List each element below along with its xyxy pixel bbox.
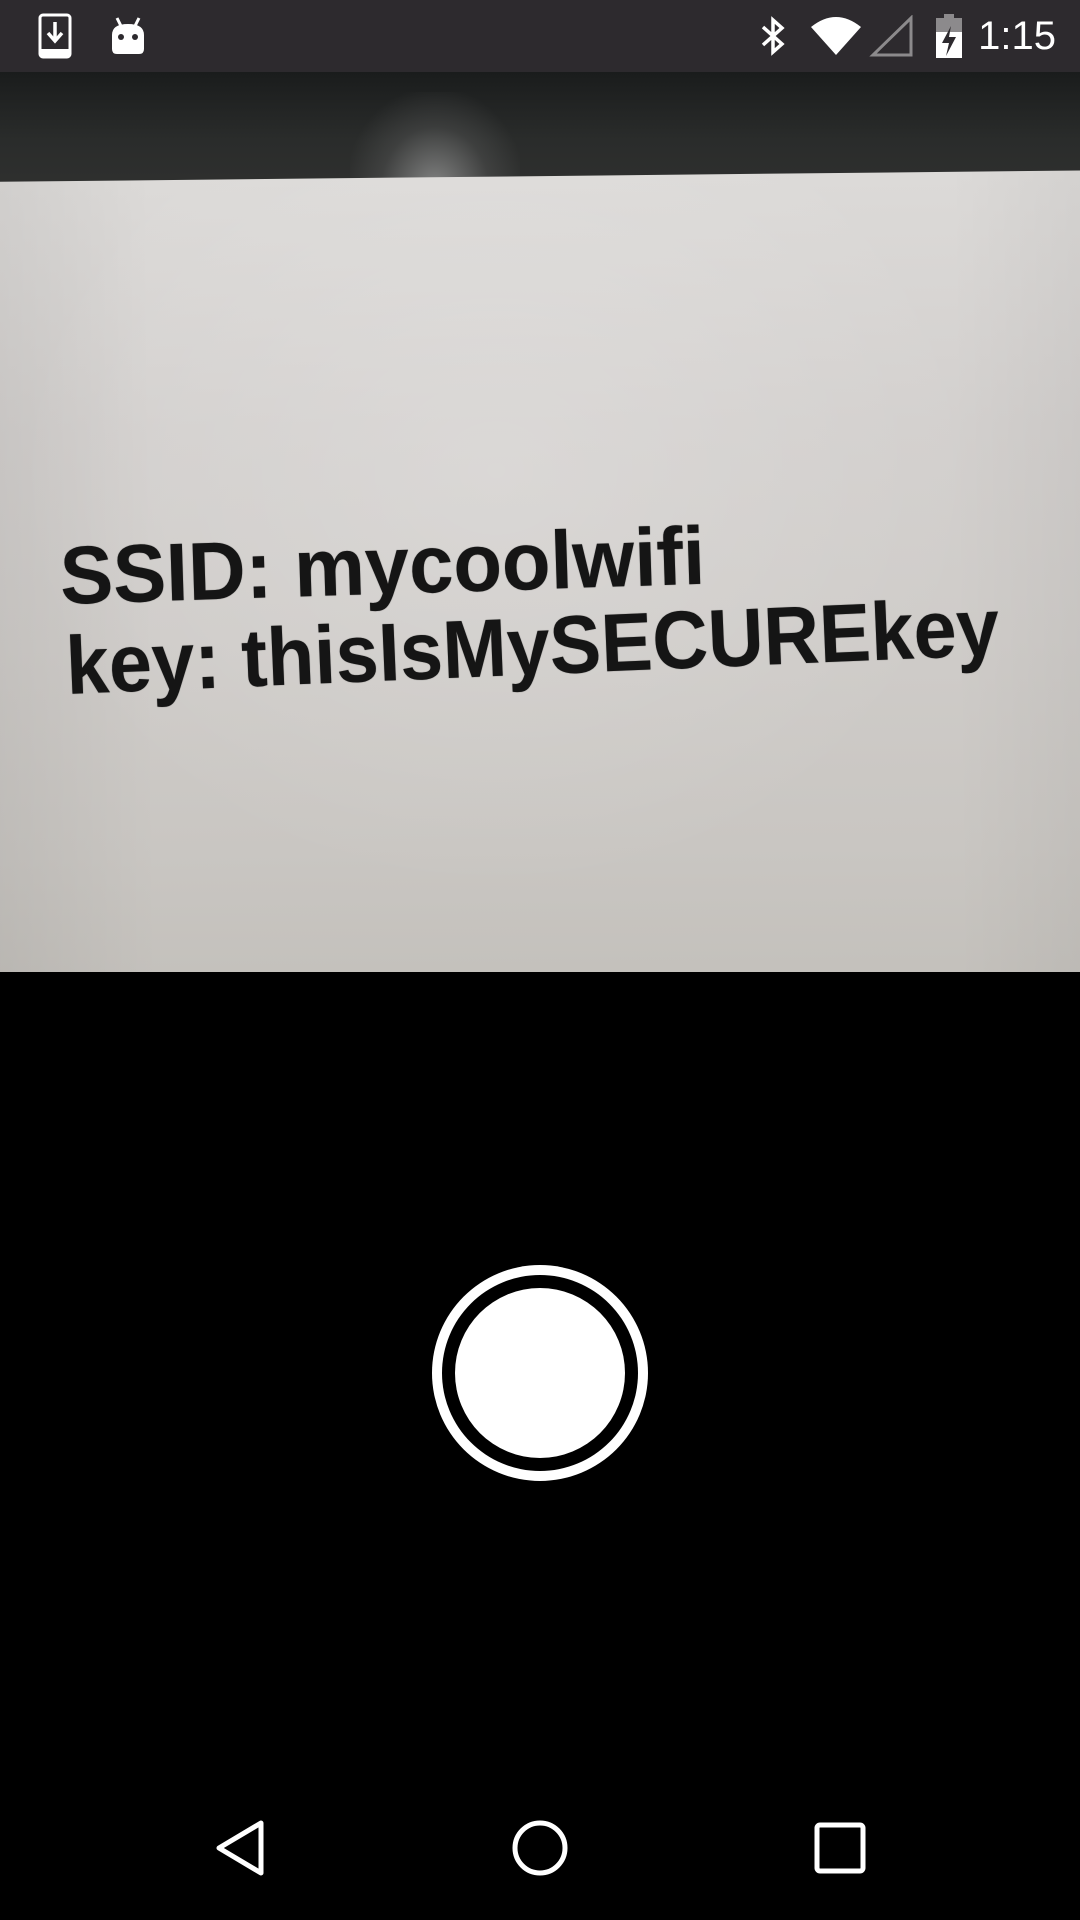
home-button[interactable] — [470, 1776, 610, 1920]
recents-button[interactable] — [770, 1776, 910, 1920]
home-icon — [512, 1820, 568, 1876]
bluetooth-icon — [756, 0, 790, 72]
shutter-button[interactable] — [432, 1265, 648, 1481]
download-notification-icon — [34, 0, 76, 72]
navigation-bar — [0, 1776, 1080, 1920]
status-bar: 1:15 — [0, 0, 1080, 72]
shutter-icon — [442, 1275, 638, 1471]
battery-charging-icon — [932, 0, 966, 72]
back-button[interactable] — [171, 1776, 311, 1920]
wifi-icon — [808, 0, 864, 72]
status-time: 1:15 — [978, 14, 1056, 58]
cell-signal-icon — [868, 0, 914, 72]
back-icon — [216, 1820, 264, 1876]
camera-screen: 1:15 SSID: mycoolwifi key: thisIsMySECUR… — [0, 0, 1080, 1920]
android-debug-icon — [106, 0, 150, 72]
recents-icon — [814, 1822, 866, 1874]
camera-viewfinder[interactable]: SSID: mycoolwifi key: thisIsMySECUREkey — [0, 72, 1080, 972]
